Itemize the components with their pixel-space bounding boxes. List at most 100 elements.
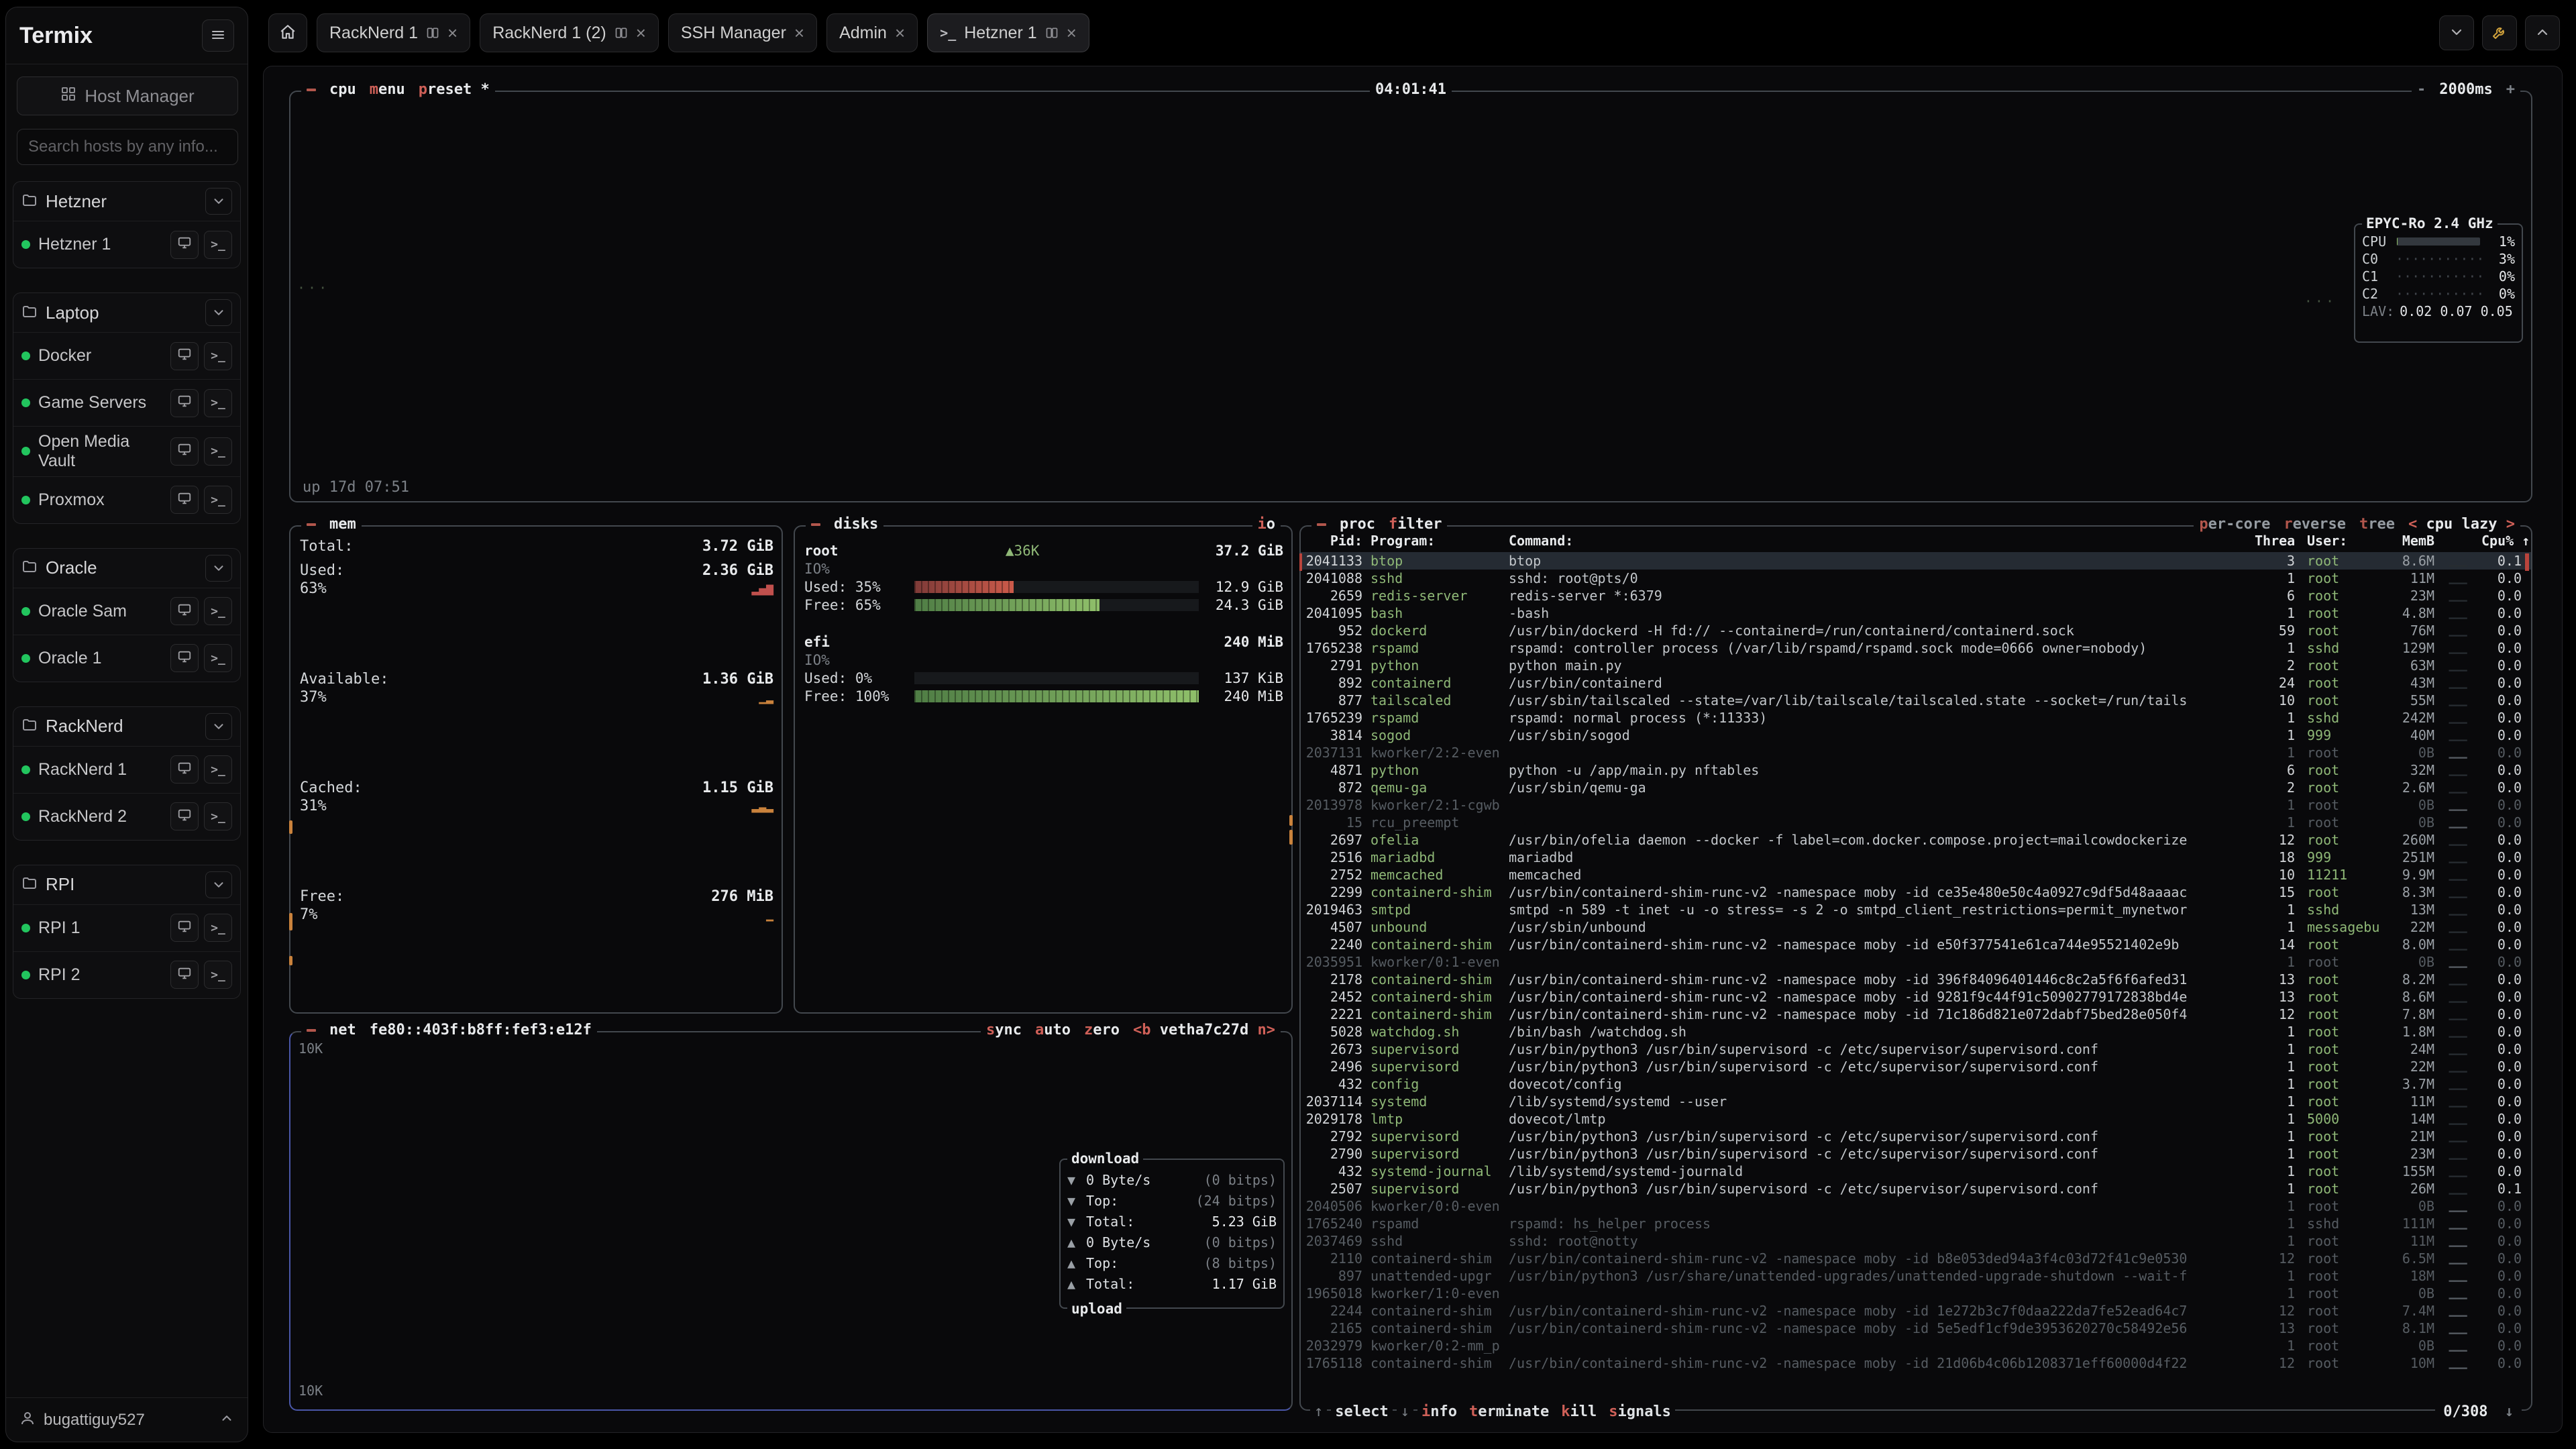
preset-button[interactable]: preset * bbox=[419, 81, 490, 98]
tab-close-icon[interactable]: × bbox=[794, 24, 804, 42]
process-row[interactable]: 2221 containerd-shim /usr/bin/containerd… bbox=[1301, 1006, 2531, 1023]
tab-close-icon[interactable]: × bbox=[1067, 24, 1077, 42]
process-row[interactable]: 2240 containerd-shim /usr/bin/containerd… bbox=[1301, 936, 2531, 953]
process-row[interactable]: 2496 supervisord /usr/bin/python3 /usr/b… bbox=[1301, 1058, 2531, 1075]
connect-host-button[interactable] bbox=[170, 437, 199, 466]
process-row[interactable]: 2299 containerd-shim /usr/bin/containerd… bbox=[1301, 883, 2531, 901]
chevron-up-button[interactable] bbox=[2525, 15, 2560, 50]
group-header-oracle[interactable]: Oracle bbox=[13, 549, 240, 588]
interval-increase-button[interactable]: + bbox=[2506, 81, 2515, 98]
process-row[interactable]: 2029178 lmtp dovecot/lmtp 1 5000 14M ▁▁▁… bbox=[1301, 1110, 2531, 1128]
process-row[interactable]: 2178 containerd-shim /usr/bin/containerd… bbox=[1301, 971, 2531, 988]
process-row[interactable]: 2697 ofelia /usr/bin/ofelia daemon --doc… bbox=[1301, 831, 2531, 849]
process-row[interactable]: 2041088 sshd sshd: root@pts/0 1 root 11M… bbox=[1301, 570, 2531, 587]
process-row[interactable]: 3814 sogod /usr/sbin/sogod 1 999 40M ▁▁▁… bbox=[1301, 727, 2531, 744]
terminal-button[interactable]: >_ bbox=[204, 644, 232, 672]
process-row[interactable]: 872 qemu-ga /usr/sbin/qemu-ga 2 root 2.6… bbox=[1301, 779, 2531, 796]
host-item-docker[interactable]: Docker >_ bbox=[13, 332, 240, 379]
terminal-button[interactable]: >_ bbox=[204, 342, 232, 370]
process-row[interactable]: 432 config dovecot/config 1 root 3.7M ▁▁… bbox=[1301, 1075, 2531, 1093]
process-row[interactable]: 2040506 kworker/0:0-even 1 root 0B ▁▁▁ 0… bbox=[1301, 1197, 2531, 1215]
process-row[interactable]: 2659 redis-server redis-server *:6379 6 … bbox=[1301, 587, 2531, 604]
process-row[interactable]: 2244 containerd-shim /usr/bin/containerd… bbox=[1301, 1302, 2531, 1320]
connect-host-button[interactable] bbox=[170, 342, 199, 370]
process-row[interactable]: 2165 containerd-shim /usr/bin/containerd… bbox=[1301, 1320, 2531, 1337]
process-table-header[interactable]: Pid:Program:Command:Threads:User:MemBCpu… bbox=[1301, 532, 2531, 549]
tab-close-icon[interactable]: × bbox=[636, 24, 646, 42]
terminal-button[interactable]: >_ bbox=[204, 231, 232, 259]
terminal-button[interactable]: >_ bbox=[204, 437, 232, 466]
process-row[interactable]: 877 tailscaled /usr/sbin/tailscaled --st… bbox=[1301, 692, 2531, 709]
terminal-button[interactable]: >_ bbox=[204, 597, 232, 625]
host-manager-button[interactable]: Host Manager bbox=[17, 76, 238, 115]
split-icon[interactable] bbox=[426, 26, 439, 40]
group-header-rpi[interactable]: RPI bbox=[13, 865, 240, 904]
process-row[interactable]: 2035951 kworker/0:1-even 1 root 0B ▁▁▁ 0… bbox=[1301, 953, 2531, 971]
select-action[interactable]: select bbox=[1331, 1403, 1392, 1420]
chevron-down-icon[interactable] bbox=[205, 188, 232, 215]
split-icon[interactable] bbox=[1045, 26, 1059, 40]
proc-action-terminate[interactable]: terminate bbox=[1465, 1403, 1553, 1420]
host-item-game-servers[interactable]: Game Servers >_ bbox=[13, 379, 240, 426]
process-row[interactable]: 2041095 bash -bash 1 root 4.8M ▁▁▁ 0.0 bbox=[1301, 604, 2531, 622]
connect-host-button[interactable] bbox=[170, 914, 199, 942]
proc-action-signals[interactable]: signals bbox=[1605, 1403, 1675, 1420]
chevron-down-button[interactable] bbox=[2439, 15, 2474, 50]
connect-host-button[interactable] bbox=[170, 802, 199, 830]
process-row[interactable]: 2037131 kworker/2:2-even 1 root 0B ▁▁▁ 0… bbox=[1301, 744, 2531, 761]
search-input[interactable] bbox=[17, 129, 238, 165]
interface-selector[interactable]: <b vetha7c27d n> bbox=[1133, 1022, 1275, 1038]
process-row[interactable]: 4871 python python -u /app/main.py nftab… bbox=[1301, 761, 2531, 779]
host-item-rpi-1[interactable]: RPI 1 >_ bbox=[13, 904, 240, 951]
tab-racknerd-1[interactable]: RackNerd 1 × bbox=[317, 13, 470, 52]
process-row[interactable]: 15 rcu_preempt 1 root 0B ▁▁▁ 0.0 bbox=[1301, 814, 2531, 831]
terminal-button[interactable]: >_ bbox=[204, 961, 232, 989]
split-icon[interactable] bbox=[614, 26, 628, 40]
proc-action-info[interactable]: info bbox=[1417, 1403, 1461, 1420]
proc-toggle-tree[interactable]: tree bbox=[2359, 516, 2395, 533]
chevron-down-icon[interactable] bbox=[205, 299, 232, 326]
process-row[interactable]: 1765238 rspamd rspamd: controller proces… bbox=[1301, 639, 2531, 657]
host-item-oracle-1[interactable]: Oracle 1 >_ bbox=[13, 635, 240, 682]
process-row[interactable]: 2791 python python main.py 2 root 63M ▁▁… bbox=[1301, 657, 2531, 674]
group-header-hetzner[interactable]: Hetzner bbox=[13, 182, 240, 221]
proc-action-kill[interactable]: kill bbox=[1557, 1403, 1601, 1420]
proc-toggle-reverse[interactable]: reverse bbox=[2284, 516, 2346, 533]
connect-host-button[interactable] bbox=[170, 961, 199, 989]
process-row[interactable]: 5028 watchdog.sh /bin/bash /watchdog.sh … bbox=[1301, 1023, 2531, 1040]
terminal-button[interactable]: >_ bbox=[204, 914, 232, 942]
tab-close-icon[interactable]: × bbox=[447, 24, 458, 42]
tab-racknerd-1-2[interactable]: RackNerd 1 (2) × bbox=[480, 13, 659, 52]
io-mode-toggle[interactable]: io bbox=[1258, 516, 1276, 533]
tab-admin[interactable]: Admin × bbox=[826, 13, 918, 52]
filter-button[interactable]: filter bbox=[1389, 516, 1442, 533]
host-item-hetzner-1[interactable]: Hetzner 1 >_ bbox=[13, 221, 240, 268]
group-header-laptop[interactable]: Laptop bbox=[13, 293, 240, 332]
host-item-open-media-vault[interactable]: Open Media Vault >_ bbox=[13, 426, 240, 476]
group-header-racknerd[interactable]: RackNerd bbox=[13, 707, 240, 746]
tab-close-icon[interactable]: × bbox=[895, 24, 905, 42]
process-row[interactable]: 1965018 kworker/1:0-even 1 root 0B ▁▁▁ 0… bbox=[1301, 1285, 2531, 1302]
terminal-button[interactable]: >_ bbox=[204, 802, 232, 830]
host-item-racknerd-2[interactable]: RackNerd 2 >_ bbox=[13, 793, 240, 840]
process-row[interactable]: 2019463 smtpd smtpd -n 589 -t inet -u -o… bbox=[1301, 901, 2531, 918]
process-row[interactable]: 2752 memcached memcached 10 11211 9.9M ▁… bbox=[1301, 866, 2531, 883]
sort-selector[interactable]: < cpu lazy > bbox=[2408, 516, 2515, 533]
terminal-view[interactable]: cpu menu preset * 04:01:41 - 2000ms + ··… bbox=[263, 66, 2563, 1433]
connect-host-button[interactable] bbox=[170, 597, 199, 625]
process-row[interactable]: 892 containerd /usr/bin/containerd 24 ro… bbox=[1301, 674, 2531, 692]
menu-button[interactable]: menu bbox=[370, 81, 405, 98]
process-row[interactable]: 2516 mariadbd mariadbd 18 999 251M ▁▁▁ 0… bbox=[1301, 849, 2531, 866]
process-row[interactable]: 1765240 rspamd rspamd: hs_helper process… bbox=[1301, 1215, 2531, 1232]
user-menu[interactable]: bugattiguy527 bbox=[6, 1397, 248, 1442]
process-row[interactable]: 1765118 containerd-shim /usr/bin/contain… bbox=[1301, 1354, 2531, 1372]
process-row[interactable]: 2037469 sshd sshd: root@notty 1 root 11M… bbox=[1301, 1232, 2531, 1250]
host-item-racknerd-1[interactable]: RackNerd 1 >_ bbox=[13, 746, 240, 793]
process-row[interactable]: 2507 supervisord /usr/bin/python3 /usr/b… bbox=[1301, 1180, 2531, 1197]
net-toggle-sync[interactable]: sync bbox=[986, 1022, 1022, 1038]
host-item-oracle-sam[interactable]: Oracle Sam >_ bbox=[13, 588, 240, 635]
home-button[interactable] bbox=[268, 13, 307, 52]
process-row[interactable]: 2792 supervisord /usr/bin/python3 /usr/b… bbox=[1301, 1128, 2531, 1145]
process-row[interactable]: 2790 supervisord /usr/bin/python3 /usr/b… bbox=[1301, 1145, 2531, 1163]
host-item-proxmox[interactable]: Proxmox >_ bbox=[13, 476, 240, 523]
